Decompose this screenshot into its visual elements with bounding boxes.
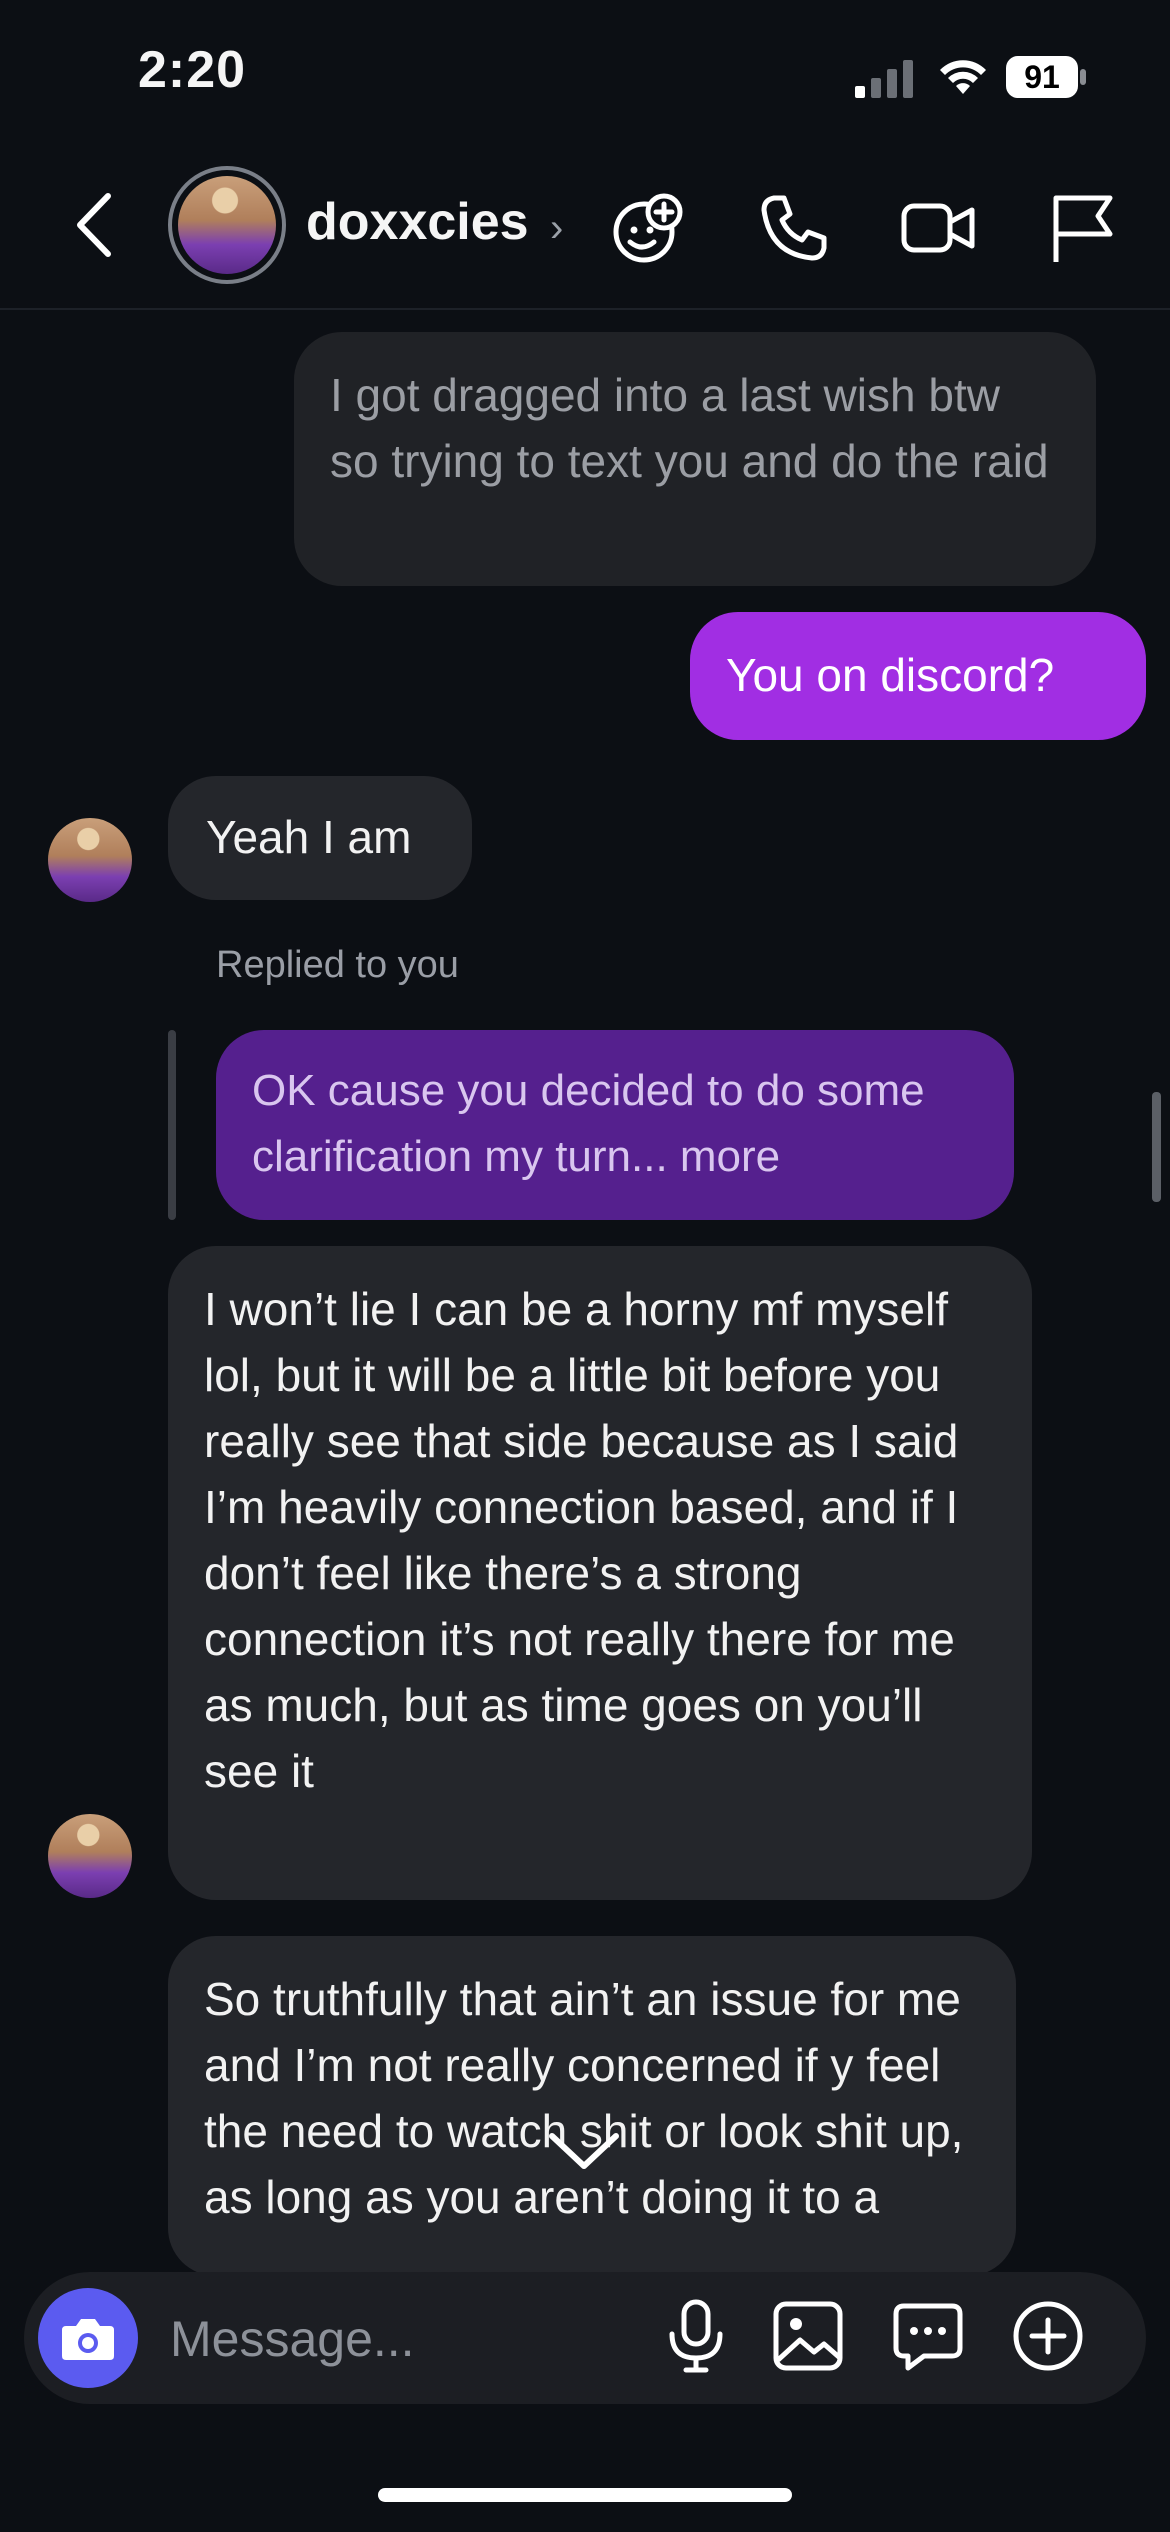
message-text: You on discord? xyxy=(726,649,1055,701)
plus-icon[interactable] xyxy=(1010,2296,1086,2376)
message-text: I got dragged into a last wish btw so tr… xyxy=(330,369,1049,487)
home-indicator[interactable] xyxy=(378,2488,792,2502)
microphone-icon[interactable] xyxy=(658,2296,734,2376)
quoted-message-bubble[interactable]: OK cause you decided to do some clarific… xyxy=(216,1030,1014,1220)
message-text: I won’t lie I can be a horny mf myself l… xyxy=(204,1283,959,1797)
gallery-icon[interactable] xyxy=(770,2296,846,2376)
phone-icon[interactable] xyxy=(756,190,832,266)
reply-label: Replied to you xyxy=(216,944,459,986)
video-icon[interactable] xyxy=(900,190,976,266)
message-bubble-incoming[interactable]: So truthfully that ain’t an issue for me… xyxy=(168,1936,1016,2276)
signal-icon xyxy=(855,60,913,98)
contact-username[interactable]: doxxcies xyxy=(306,192,529,252)
sticker-icon[interactable] xyxy=(890,2296,966,2376)
message-bubble-incoming[interactable]: I got dragged into a last wish btw so tr… xyxy=(294,332,1096,586)
quoted-text: OK cause you decided to do some clarific… xyxy=(252,1066,925,1181)
profile-avatar[interactable] xyxy=(168,166,286,284)
sender-avatar[interactable] xyxy=(48,1814,132,1898)
battery-indicator: 91 xyxy=(1006,56,1088,98)
profile-chevron-icon[interactable]: › xyxy=(550,206,563,251)
sender-avatar[interactable] xyxy=(48,818,132,902)
message-input[interactable] xyxy=(168,2300,652,2378)
flag-icon[interactable] xyxy=(1044,190,1120,266)
message-text: Yeah I am xyxy=(206,811,412,863)
camera-button[interactable] xyxy=(38,2288,138,2388)
message-text: So truthfully that ain’t an issue for me… xyxy=(204,1973,964,2223)
camera-icon xyxy=(62,2319,114,2360)
reply-indicator-bar xyxy=(168,1030,176,1220)
status-time: 2:20 xyxy=(138,41,247,99)
chevron-down-icon[interactable] xyxy=(544,2126,624,2176)
wifi-icon xyxy=(940,60,986,94)
message-bubble-outgoing[interactable]: You on discord? xyxy=(690,612,1146,740)
message-bubble-incoming[interactable]: Yeah I am xyxy=(168,776,472,900)
effects-icon[interactable] xyxy=(610,190,686,266)
scrollbar-thumb[interactable] xyxy=(1152,1092,1161,1202)
message-bubble-incoming[interactable]: I won’t lie I can be a horny mf myself l… xyxy=(168,1246,1032,1900)
battery-level: 91 xyxy=(1024,59,1060,95)
back-icon[interactable] xyxy=(70,190,120,260)
